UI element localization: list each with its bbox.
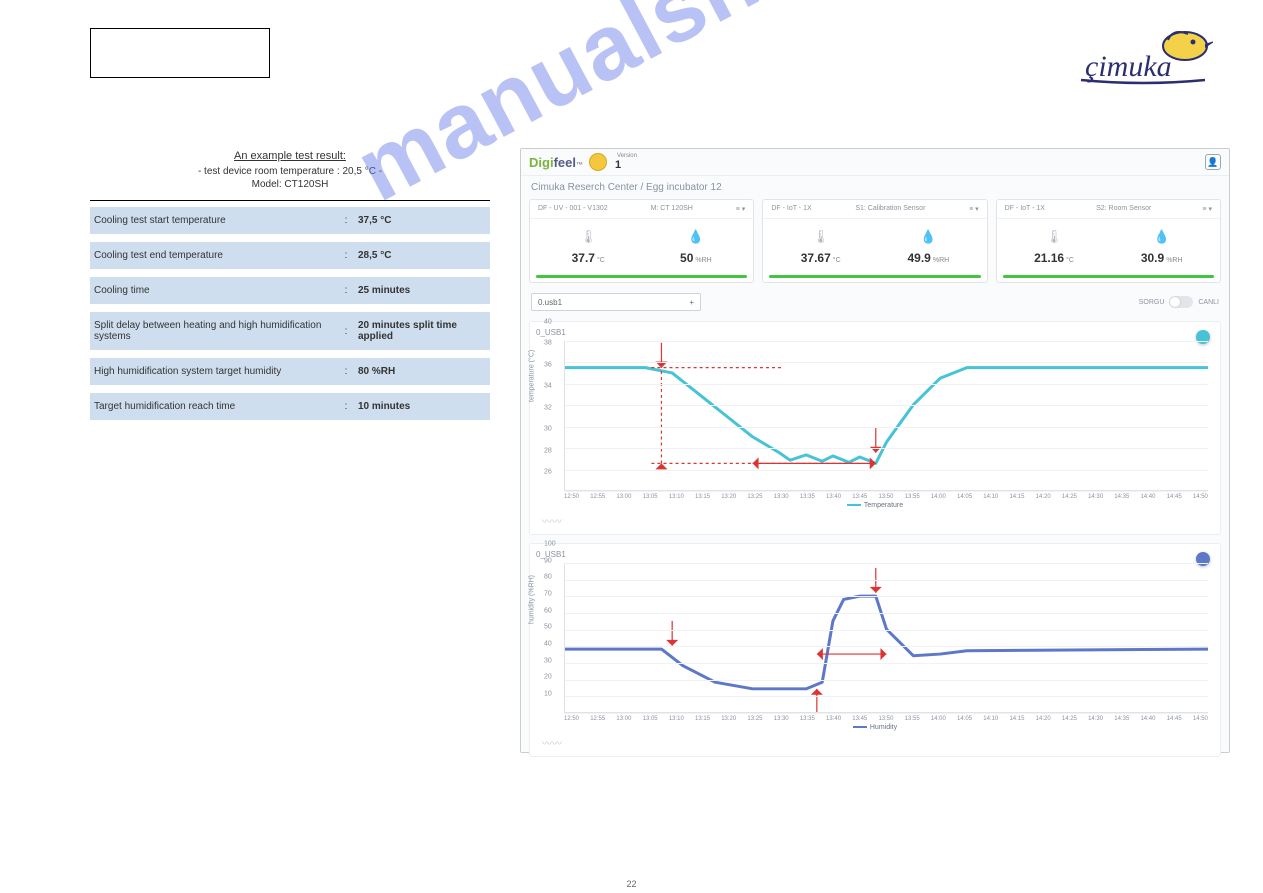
temperature-chart-panel: 0_USB1 temperature (°C) 2628303234363840… xyxy=(529,321,1221,535)
hum-value: 30.9 xyxy=(1141,251,1164,265)
chart-title: 0_USB1 xyxy=(536,328,1214,337)
sensor-card: DF - IoT - 1X S1: Calibration Sensor ≡ ▾… xyxy=(762,199,987,283)
table-row: High humidification system target humidi… xyxy=(90,358,490,385)
mini-overview-icon: 〰〰 xyxy=(542,735,1214,750)
mini-overview-icon: 〰〰 xyxy=(542,513,1214,528)
droplet-icon: 💧 xyxy=(1141,229,1183,245)
row-value: 37,5 °C xyxy=(354,207,490,234)
card-model: M: CT 120SH xyxy=(651,205,693,213)
humidity-chart xyxy=(564,563,1208,713)
row-value: 80 %RH xyxy=(354,358,490,385)
chart-controls: 0.usb1 + SORGU CANLI xyxy=(521,283,1229,317)
thermometer-icon: 🌡 xyxy=(801,229,841,245)
app-screenshot: Digifeel™ Version 1 👤 Cimuka Reserch Cen… xyxy=(520,148,1230,753)
breadcrumb: Cimuka Reserch Center / Egg incubator 12 xyxy=(521,176,1229,199)
card-menu-icon[interactable]: ≡ ▾ xyxy=(736,205,746,213)
doc-id-box xyxy=(90,28,270,78)
hum-value: 50 xyxy=(680,251,693,265)
table-row: Cooling test end temperature : 28,5 °C xyxy=(90,242,490,269)
row-value: 28,5 °C xyxy=(354,242,490,269)
app-brand: Digifeel™ xyxy=(529,155,583,170)
thermometer-icon: 🌡 xyxy=(1034,229,1074,245)
row-label: High humidification system target humidi… xyxy=(90,358,338,385)
hum-value: 49.9 xyxy=(908,251,931,265)
example-table-section: An example test result: - test device ro… xyxy=(90,150,490,420)
table-row: Cooling test start temperature : 37,5 °C xyxy=(90,207,490,234)
card-model: S2: Room Sensor xyxy=(1096,205,1151,213)
app-topbar: Digifeel™ Version 1 👤 xyxy=(521,149,1229,176)
table-row: Cooling time : 25 minutes xyxy=(90,277,490,304)
y-axis-label: humidity (%RH) xyxy=(529,575,536,624)
status-bar xyxy=(1003,275,1214,278)
row-value: 10 minutes xyxy=(354,393,490,420)
example-note-model: Model: CT120SH xyxy=(90,179,490,190)
sensor-cards-row: DF - UV - 001 - V1302 M: CT 120SH ≡ ▾ 🌡 … xyxy=(521,199,1229,283)
humidity-chart-panel: 0_USB1 humidity (%RH) 102030405060708090… xyxy=(529,543,1221,757)
page-number: 22 xyxy=(626,879,636,889)
card-menu-icon[interactable]: ≡ ▾ xyxy=(969,205,979,213)
series-dropdown[interactable]: 0.usb1 + xyxy=(531,293,701,311)
chart-legend: Temperature xyxy=(536,502,1214,509)
droplet-icon: 💧 xyxy=(908,229,950,245)
example-note-room-temp: - test device room temperature : 20,5 °C… xyxy=(90,166,490,177)
row-label: Cooling test start temperature xyxy=(90,207,338,234)
table-row: Split delay between heating and high hum… xyxy=(90,312,490,350)
y-axis-label: temperature (°C) xyxy=(529,350,536,402)
plus-icon[interactable]: + xyxy=(689,298,694,307)
card-id: DF - IoT - 1X xyxy=(771,205,811,213)
temp-value: 21.16 xyxy=(1034,251,1064,265)
toggle-right-label: CANLI xyxy=(1198,299,1219,306)
divider xyxy=(90,200,490,201)
droplet-icon: 💧 xyxy=(680,229,712,245)
row-label: Cooling test end temperature xyxy=(90,242,338,269)
example-heading: An example test result: xyxy=(90,150,490,162)
live-toggle[interactable] xyxy=(1169,296,1193,308)
row-label: Target humidification reach time xyxy=(90,393,338,420)
row-label: Split delay between heating and high hum… xyxy=(90,312,338,350)
temperature-chart xyxy=(564,341,1208,491)
temp-value: 37.7 xyxy=(572,251,595,265)
user-icon[interactable]: 👤 xyxy=(1205,154,1221,170)
card-model: S1: Calibration Sensor xyxy=(855,205,925,213)
status-bar xyxy=(536,275,747,278)
card-menu-icon[interactable]: ≡ ▾ xyxy=(1202,205,1212,213)
thermometer-icon: 🌡 xyxy=(572,229,605,245)
status-bar xyxy=(769,275,980,278)
brand-logo: çimuka xyxy=(1073,30,1213,85)
chart-legend: Humidity xyxy=(536,724,1214,731)
card-id: DF - UV - 001 - V1302 xyxy=(538,205,608,213)
chart-title: 0_USB1 xyxy=(536,550,1214,559)
row-value: 20 minutes split time applied xyxy=(354,312,490,350)
row-label: Cooling time xyxy=(90,277,338,304)
version-number: 1 xyxy=(615,159,637,171)
temp-value: 37.67 xyxy=(801,251,831,265)
logo-text: çimuka xyxy=(1085,50,1172,83)
row-value: 25 minutes xyxy=(354,277,490,304)
coin-icon xyxy=(589,153,607,171)
sensor-card: DF - UV - 001 - V1302 M: CT 120SH ≡ ▾ 🌡 … xyxy=(529,199,754,283)
sensor-card: DF - IoT - 1X S2: Room Sensor ≡ ▾ 🌡 21.1… xyxy=(996,199,1221,283)
toggle-left-label: SORGU xyxy=(1139,299,1165,306)
x-axis-ticks: 12:5012:5513:0013:0513:1013:1513:2013:25… xyxy=(564,494,1208,500)
card-id: DF - IoT - 1X xyxy=(1005,205,1045,213)
example-table: Cooling test start temperature : 37,5 °C… xyxy=(90,207,490,420)
table-row: Target humidification reach time : 10 mi… xyxy=(90,393,490,420)
x-axis-ticks: 12:5012:5513:0013:0513:1013:1513:2013:25… xyxy=(564,716,1208,722)
